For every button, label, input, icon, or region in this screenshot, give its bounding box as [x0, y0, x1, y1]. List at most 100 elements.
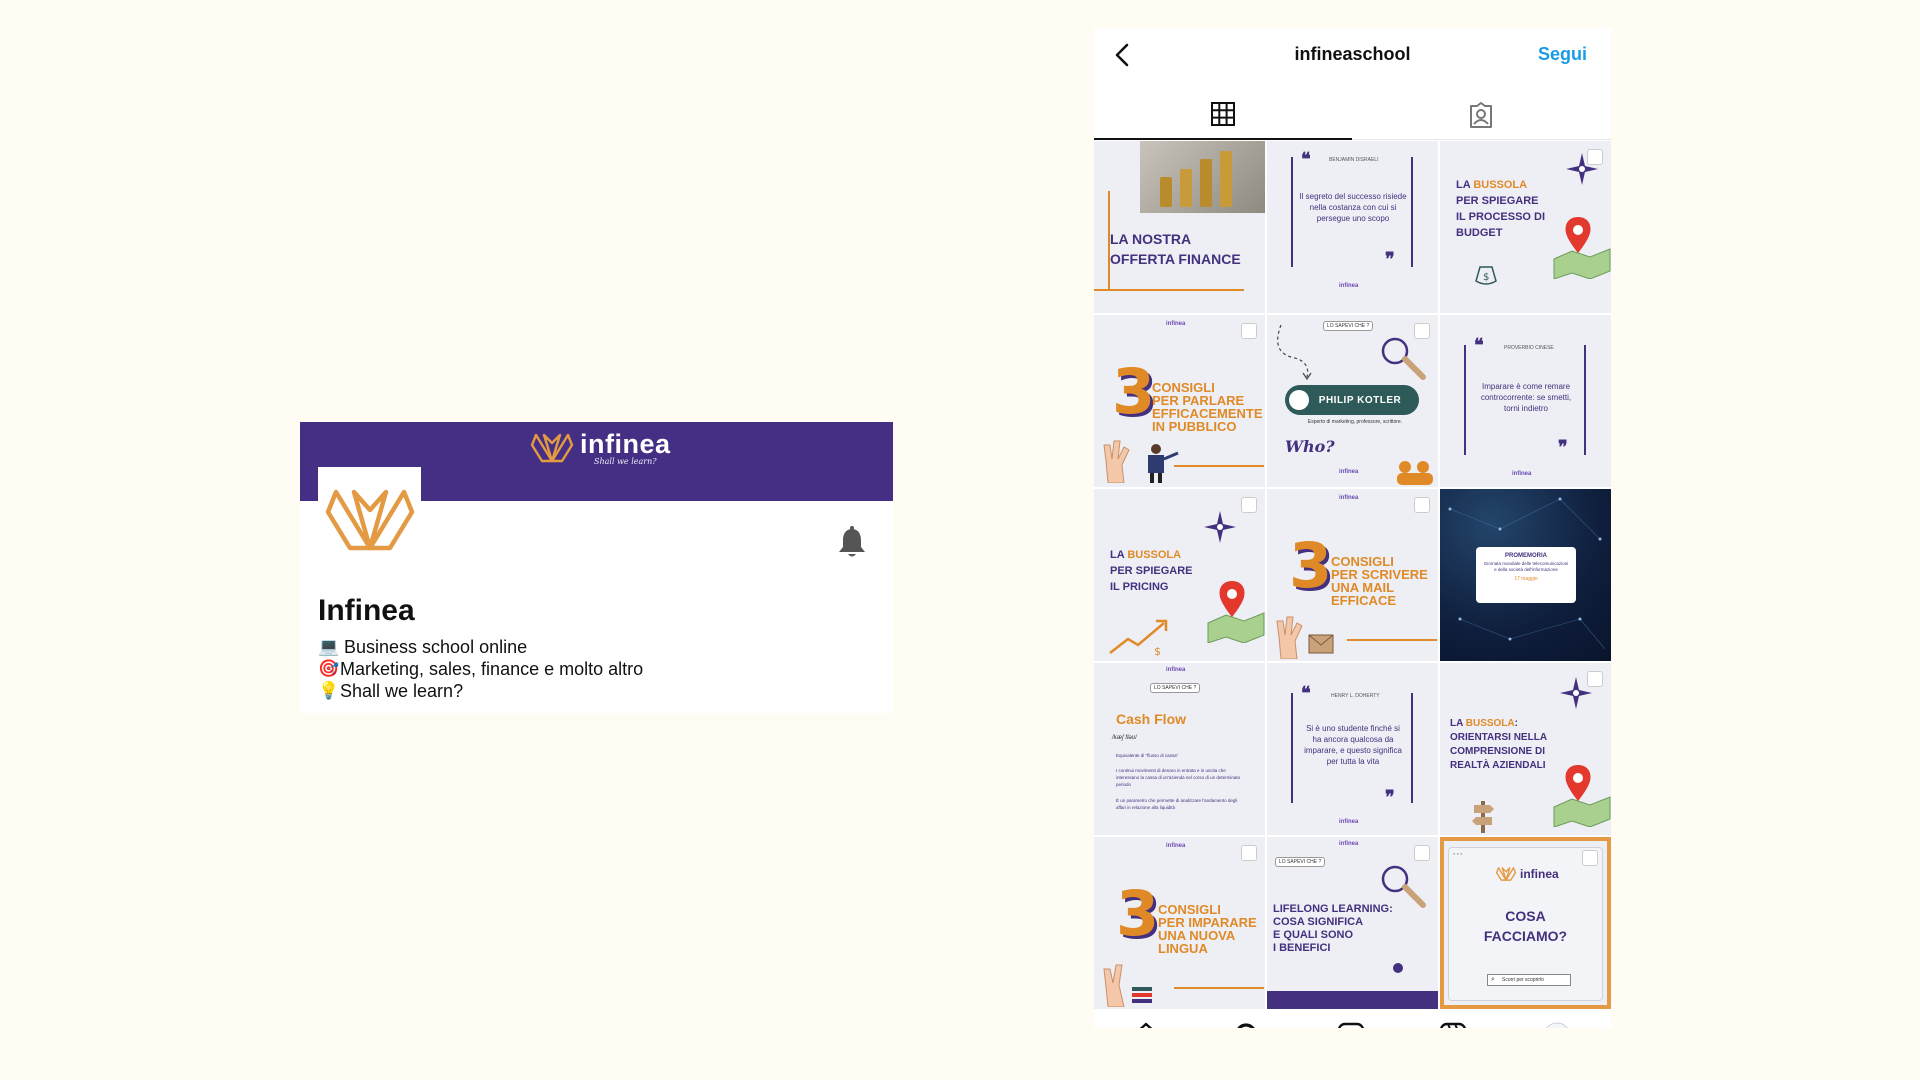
map-pin-icon [1553, 765, 1611, 827]
mini-brand: infinea [1512, 471, 1532, 477]
select-checkbox[interactable] [1241, 497, 1257, 513]
post-cash-flow-definition[interactable]: infinea LO SAPEVI CHE ? Cash Flow /kæʃ f… [1094, 663, 1265, 835]
speaker-person-icon [1148, 444, 1179, 483]
post-title: LIFELONG LEARNING: COSA SIGNIFICA E QUAL… [1273, 903, 1393, 954]
butterfly-logo-icon [1495, 867, 1517, 881]
nav-create[interactable] [1334, 1019, 1368, 1028]
post-budget-compass[interactable]: LA BUSSOLA PER SPIEGARE IL PROCESSO DI B… [1440, 141, 1611, 313]
tab-posts-grid[interactable] [1094, 90, 1352, 140]
compass-icon [1204, 511, 1236, 543]
books-icon [1132, 987, 1152, 1003]
select-checkbox[interactable] [1241, 845, 1257, 861]
add-post-icon [1338, 1022, 1364, 1028]
select-checkbox[interactable] [1414, 497, 1430, 513]
profile-avatar-icon [1546, 1022, 1568, 1028]
cash-flow-title: Cash Flow [1116, 711, 1187, 727]
username: infineaschool [1294, 44, 1411, 64]
post-tips-email[interactable]: infinea 3 CONSIGLI PER SCRIVERE UNA MAIL… [1267, 489, 1438, 661]
post-pricing-compass[interactable]: LA BUSSOLA PER SPIEGARE IL PRICING $ [1094, 489, 1265, 661]
tips-number: 3 [1289, 529, 1333, 602]
top-bar: infineaschool Segui [1094, 28, 1611, 80]
bio-line: 🎯 Marketing, sales, finance e molto altr… [318, 658, 643, 680]
post-title: LA BUSSOLA: ORIENTARSI NELLA COMPRENSION… [1450, 718, 1548, 771]
profile-name: Infinea [318, 594, 415, 627]
select-checkbox[interactable] [1414, 845, 1430, 861]
tips-number: 3 [1112, 355, 1156, 428]
reels-icon [1440, 1022, 1466, 1028]
post-philip-kotler[interactable]: LO SAPEVI CHE ? PHILIP KOTLER Esperto di… [1267, 315, 1438, 487]
quote-close-icon: ❞ [1385, 249, 1395, 270]
arrow-dot-icon [1393, 963, 1403, 973]
profile-card: infinea Shall we learn? Infinea 💻 Busine… [300, 422, 893, 713]
select-checkbox[interactable] [1241, 323, 1257, 339]
bio-line: 💡 Shall we learn? [318, 680, 643, 702]
tab-tagged[interactable] [1352, 90, 1610, 140]
select-checkbox[interactable] [1582, 850, 1598, 866]
search-icon: ⌕ [1491, 976, 1495, 983]
nav-home[interactable] [1129, 1019, 1163, 1028]
grid-icon [1211, 102, 1235, 126]
about-logo: infinea [1495, 866, 1559, 882]
mini-brand: infinea [1339, 495, 1359, 501]
banner-logo: infinea Shall we learn? [530, 430, 671, 466]
tag-pill: LO SAPEVI CHE ? [1323, 321, 1374, 331]
magnifier-icon [1381, 337, 1426, 380]
definition: Equivalente di "flusso di cassa" [1116, 753, 1179, 758]
bottom-nav [1094, 1011, 1611, 1028]
post-title: CONSIGLI PER SCRIVERE UNA MAIL EFFICACE [1331, 554, 1428, 608]
compass-icon [1560, 677, 1592, 709]
post-lifelong-learning[interactable]: infinea LO SAPEVI CHE ? LIFELONG LEARNIN… [1267, 837, 1438, 1009]
laptop-icon: 💻 [318, 637, 340, 656]
profile-bio: 💻 Business school online 🎯 Marketing, sa… [318, 636, 643, 702]
hand-two-icon [1103, 964, 1125, 1007]
post-business-reality-compass[interactable]: LA BUSSOLA: ORIENTARSI NELLA COMPRENSION… [1440, 663, 1611, 835]
post-finance-offer[interactable]: LA NOSTRA OFFERTA FINANCE [1094, 141, 1265, 313]
signpost-icon [1472, 801, 1494, 833]
kotler-subtitle: Esperto di marketing, professore, scritt… [1307, 419, 1403, 425]
post-title: CONSIGLI PER PARLARE EFFICACEMENTE IN PU… [1152, 380, 1263, 434]
tag-pill: LO SAPEVI CHE ? [1275, 857, 1326, 867]
post-quote-disraeli[interactable]: ❝ BENJAMIN DISRAELI Il segreto del succe… [1267, 141, 1438, 313]
compass-icon [1566, 153, 1598, 185]
home-icon [1139, 1022, 1153, 1028]
quote-close-icon: ❞ [1385, 787, 1395, 808]
profile-tabs [1094, 90, 1611, 140]
follow-button[interactable]: Segui [1538, 44, 1587, 65]
money-bag-icon: $ [1475, 266, 1497, 285]
bio-text: Shall we learn? [340, 681, 464, 701]
post-title: LA BUSSOLA PER SPIEGARE IL PRICING [1110, 549, 1193, 593]
dashed-arrow-icon [1277, 324, 1312, 381]
banner-tagline: Shall we learn? [594, 457, 657, 466]
post-what-we-do[interactable]: ● ● ● infinea COSA FACCIAMO? ⌕ Scorri pe… [1440, 837, 1611, 1009]
hand-three-icon [1103, 440, 1130, 483]
mini-brand: infinea [1339, 469, 1359, 475]
tagged-person-icon [1470, 102, 1492, 128]
post-tips-language[interactable]: infinea 3 CONSIGLI PER IMPARARE UNA NUOV… [1094, 837, 1265, 1009]
people-question-icon [1397, 461, 1433, 485]
butterfly-logo-icon [325, 489, 414, 550]
search-box: ⌕ Scorri per scoprirlo [1487, 974, 1571, 986]
post-quote-proverb[interactable]: ❝ PROVERBIO CINESE Imparare è come remar… [1440, 315, 1611, 487]
tips-number: 3 [1116, 877, 1160, 950]
mini-brand: infinea [1166, 321, 1186, 327]
post-reminder-telecom-day[interactable]: PROMEMORIA Giornata mondiale delle telec… [1440, 489, 1611, 661]
reminder-card: PROMEMORIA Giornata mondiale delle telec… [1476, 547, 1576, 603]
search-icon [1237, 1023, 1255, 1028]
nav-profile[interactable] [1540, 1019, 1574, 1028]
nav-search[interactable] [1231, 1019, 1265, 1028]
map-pin-icon [1553, 217, 1611, 279]
lightbulb-icon: 💡 [318, 681, 340, 700]
post-tips-public-speaking[interactable]: infinea 3 CONSIGLI PER PARLARE EFFICACEM… [1094, 315, 1265, 487]
growth-arrow-icon: $ [1109, 619, 1168, 657]
bio-text: Marketing, sales, finance e molto altro [340, 659, 644, 679]
instagram-profile-screen: infineaschool Segui LA NOSTRA OFFERTA FI… [1094, 28, 1611, 1028]
hand-three-icon [1276, 616, 1303, 659]
quote-text: Imparare è come remare controcorrente: s… [1480, 382, 1572, 413]
bio-text: Business school online [344, 637, 528, 657]
svg-text:$: $ [1483, 272, 1489, 283]
nav-reels[interactable] [1436, 1019, 1470, 1028]
banner-brand: infinea [580, 429, 671, 459]
avatar[interactable] [318, 467, 421, 570]
post-quote-doherty[interactable]: ❝ HENRY L. DOHERTY Si è uno studente fin… [1267, 663, 1438, 835]
bell-icon[interactable] [836, 526, 868, 560]
